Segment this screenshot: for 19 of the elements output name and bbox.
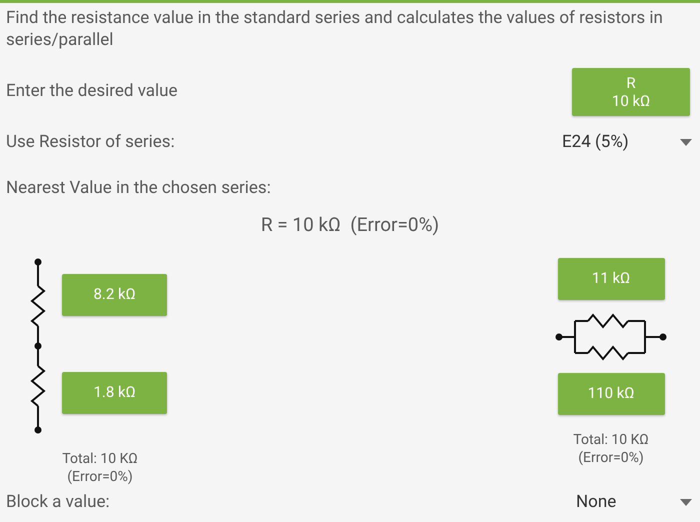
block-value-label: Block a value:	[6, 490, 110, 514]
resistor-value-button[interactable]: 1.8 kΩ	[62, 372, 167, 414]
resistor-value-button[interactable]: 8.2 kΩ	[62, 274, 167, 316]
desired-value-label: Enter the desired value	[6, 80, 178, 104]
parallel-error: (Error=0%)	[578, 448, 644, 466]
series-total: Total: 10 KΩ	[62, 450, 138, 468]
nearest-result: R = 10 kΩ (Error=0%)	[260, 212, 440, 238]
series-dropdown[interactable]: E24 (5%)	[562, 130, 692, 156]
series-label: Use Resistor of series:	[6, 131, 175, 154]
resistor-value-button[interactable]: R 10 kΩ	[572, 68, 690, 116]
series-error: (Error=0%)	[67, 468, 133, 486]
nearest-value-label: Nearest Value in the chosen series:	[5, 176, 272, 200]
parallel-total: Total: 10 KΩ	[573, 430, 649, 448]
intro-text: Find the resistance value in the standard series and calculates the values of resistors in series/parallel	[5, 7, 664, 51]
block-value-dropdown[interactable]: None	[576, 490, 692, 515]
resistor-value-button[interactable]: 110 kΩ	[558, 372, 664, 414]
resistor-value-button[interactable]: 11 kΩ	[558, 258, 664, 300]
dropdown-caret-icon	[680, 498, 692, 506]
dropdown-caret-icon	[680, 139, 692, 146]
